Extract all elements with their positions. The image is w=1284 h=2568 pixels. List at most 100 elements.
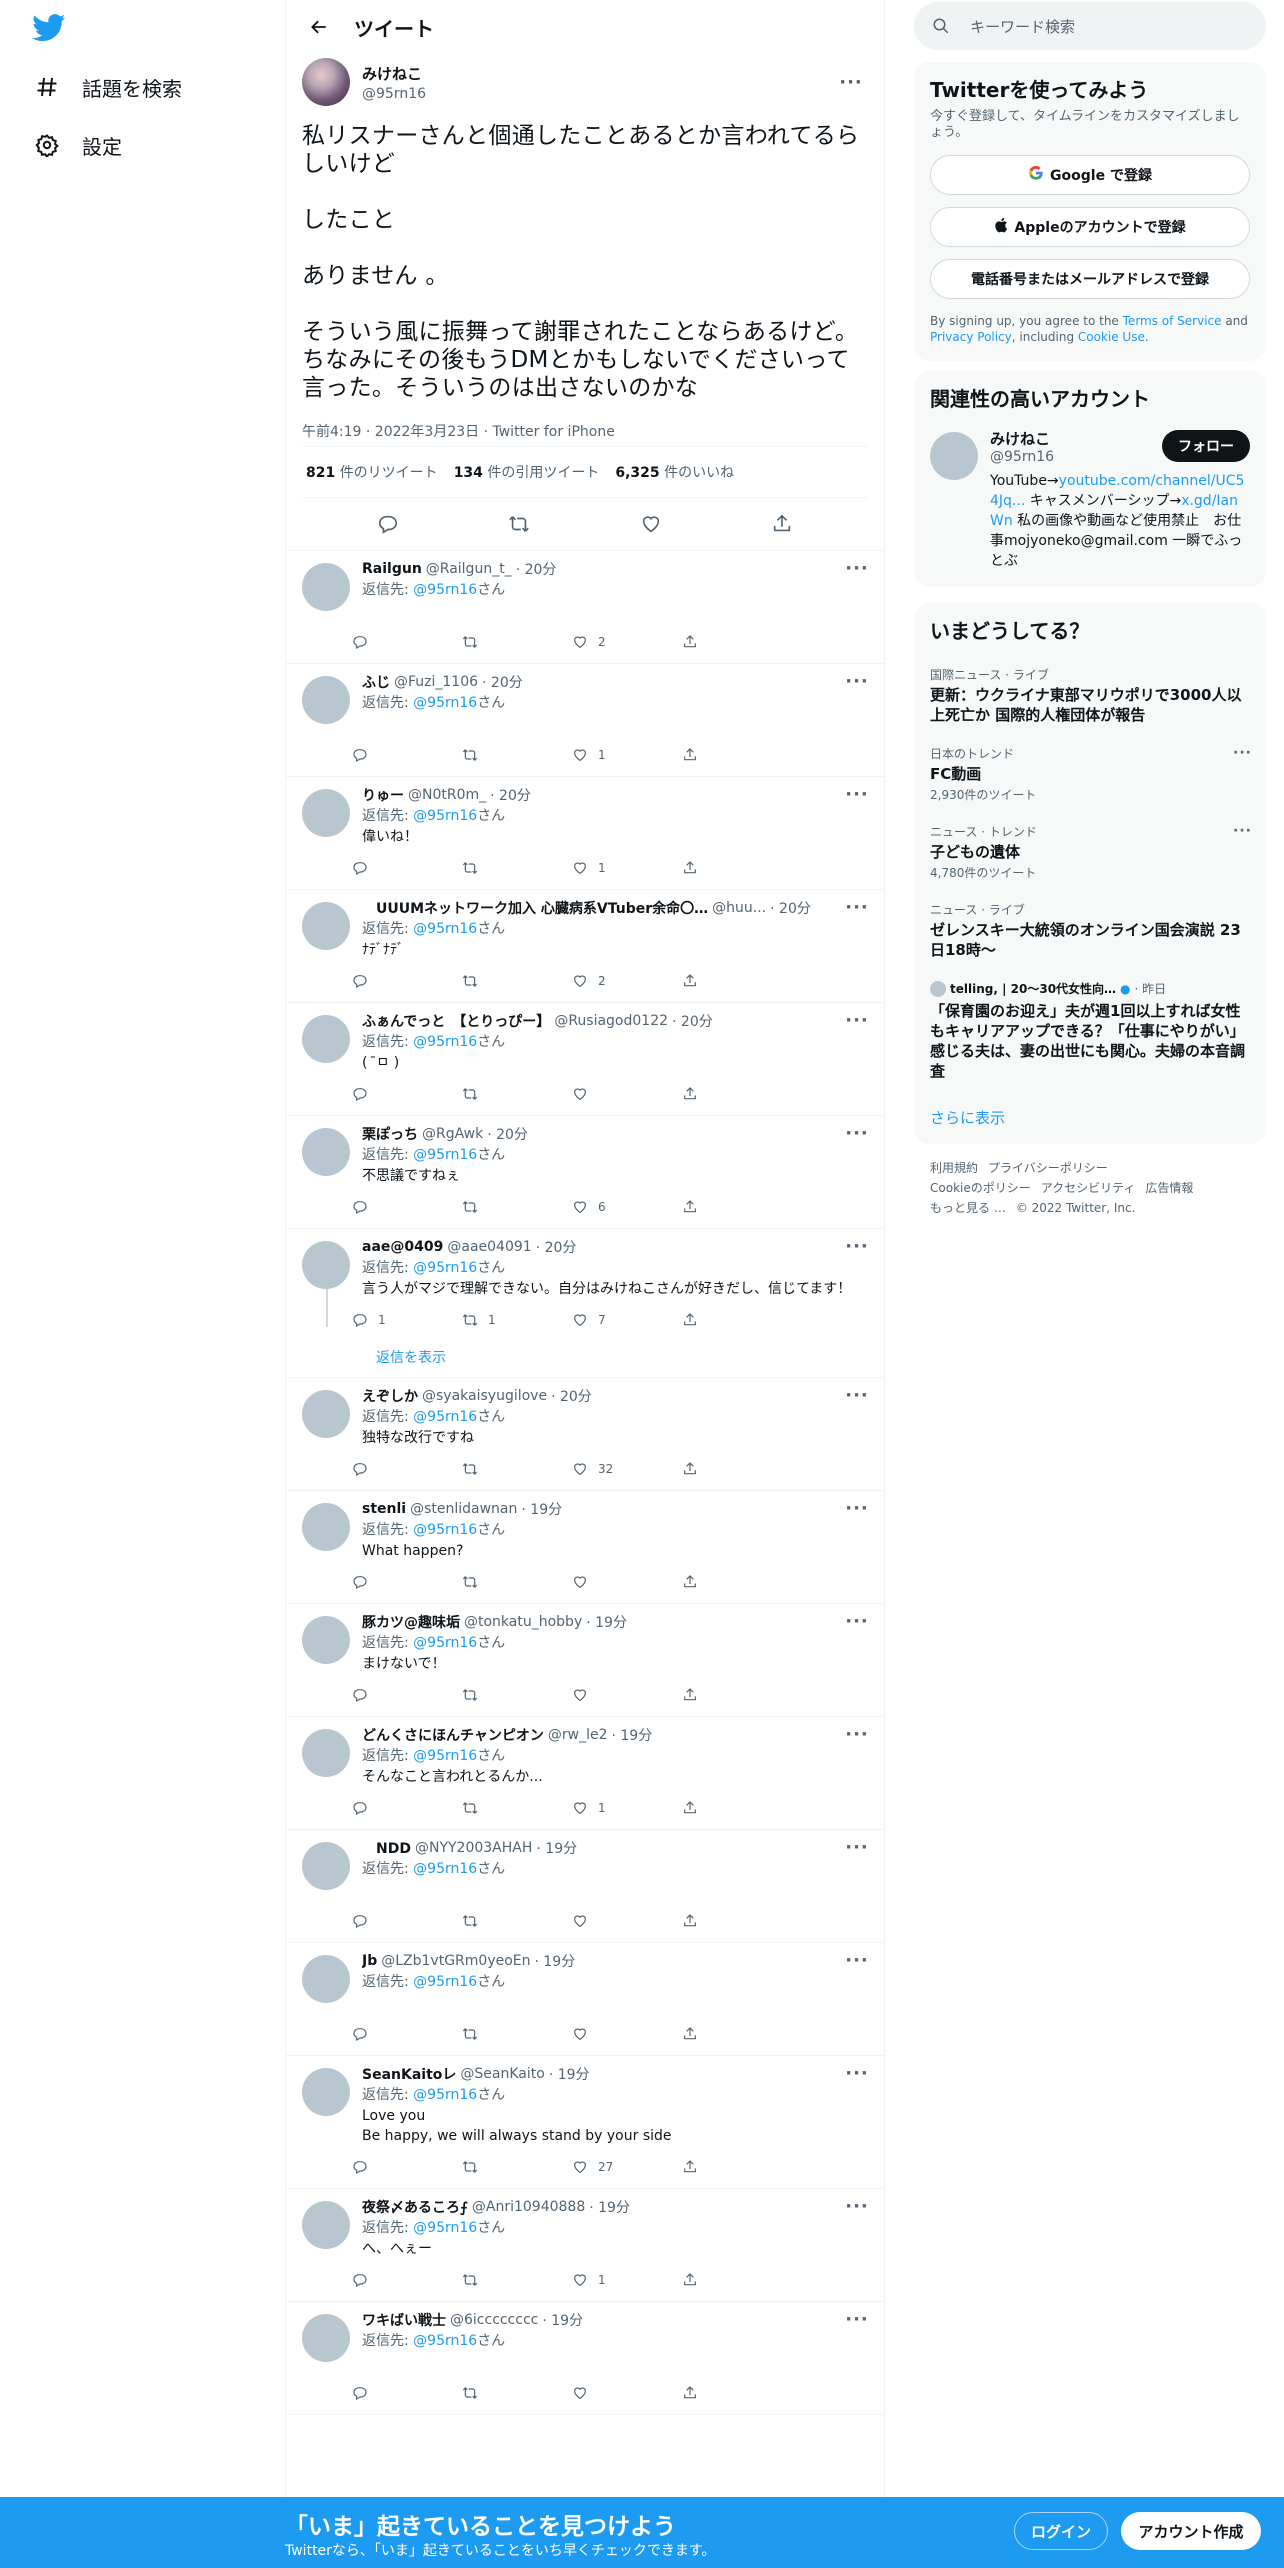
reply-to-handle[interactable]: @95rn16 xyxy=(413,1861,477,1877)
reply-author-handle[interactable]: @6icccccccc xyxy=(450,2312,538,2328)
reply-author-handle[interactable]: @LZb1vtGRm0yeoEn xyxy=(381,1953,530,1969)
share-button[interactable] xyxy=(682,634,792,650)
share-button[interactable] xyxy=(682,973,792,989)
reply-time[interactable]: · 20分 xyxy=(536,1237,577,1257)
retweet-button[interactable] xyxy=(462,1913,572,1929)
like-button[interactable]: 1 xyxy=(572,860,682,876)
reply-author-name[interactable]: えぞしか xyxy=(362,1386,418,1406)
avatar[interactable] xyxy=(302,1842,350,1890)
like-count[interactable]: 6,325 件のいいね xyxy=(615,462,734,482)
reply-button[interactable] xyxy=(352,2385,462,2401)
like-button[interactable]: 2 xyxy=(572,634,682,650)
reply-button[interactable] xyxy=(352,1199,462,1215)
reply-tweet[interactable]: ふじ @Fuzi_1106 · 20分 ··· 返信先: @95rn16さん 1 xyxy=(286,664,884,777)
trend-item[interactable]: 日本のトレンド FC動画 2,930件のツイート ··· xyxy=(914,735,1266,813)
reply-author-name[interactable]: 豚カツ@趣味垢 xyxy=(362,1612,460,1632)
retweet-button[interactable] xyxy=(462,634,572,650)
retweet-button[interactable]: 1 xyxy=(462,1312,572,1328)
reply-time[interactable]: · 20分 xyxy=(490,785,531,805)
reply-button[interactable] xyxy=(352,747,462,763)
reply-tweet[interactable]: 栗ぽっち @RgAwk · 20分 ··· 返信先: @95rn16さん 不思議ですねぇ 6 xyxy=(286,1116,884,1229)
reply-author-name[interactable]: NDD xyxy=(362,1838,411,1858)
reply-author-handle[interactable]: @huu... xyxy=(712,900,766,916)
reply-time[interactable]: · 19分 xyxy=(521,1499,562,1519)
author-name[interactable]: みけねこ xyxy=(362,63,834,84)
avatar[interactable] xyxy=(302,563,350,611)
retweet-button[interactable] xyxy=(462,1461,572,1477)
like-button[interactable]: 7 xyxy=(572,1312,682,1328)
avatar[interactable] xyxy=(302,2201,350,2249)
reply-tweet[interactable]: りゅー @N0tR0m_ · 20分 ··· 返信先: @95rn16さん 偉いね！ 1 xyxy=(286,777,884,890)
share-button[interactable] xyxy=(682,860,792,876)
reply-author-name[interactable]: ふぁんでっと 【とりっぴー】 xyxy=(362,1011,550,1031)
reply-button[interactable] xyxy=(352,2159,462,2175)
share-button[interactable] xyxy=(682,2272,792,2288)
related-account[interactable]: みけねこ @95rn16 フォロー YouTube→youtube.com/ch… xyxy=(914,424,1266,587)
reply-time[interactable]: · 20分 xyxy=(770,898,811,918)
reply-tweet[interactable]: Jb @LZb1vtGRm0yeoEn · 19分 ··· 返信先: @95rn16さん xyxy=(286,1943,884,2056)
nav-explore[interactable]: 話題を検索 xyxy=(34,67,182,107)
retweet-button[interactable] xyxy=(462,1687,572,1703)
reply-to-handle[interactable]: @95rn16 xyxy=(413,921,477,937)
reply-author-name[interactable]: stenli xyxy=(362,1501,406,1517)
apple-signup-button[interactable]: Appleのアカウントで登録 xyxy=(930,207,1250,247)
share-button[interactable] xyxy=(682,1800,792,1816)
footer-link[interactable]: 利用規約 xyxy=(930,1161,978,1175)
related-name[interactable]: みけねこ xyxy=(990,428,1054,449)
more-options-icon[interactable]: ··· xyxy=(840,1116,874,1150)
reply-author-handle[interactable]: @Rusiagod0122 xyxy=(554,1013,668,1029)
reply-author-handle[interactable]: @Railgun_t_ xyxy=(426,561,512,577)
like-button[interactable]: 2 xyxy=(572,973,682,989)
more-options-icon[interactable]: ··· xyxy=(840,1491,874,1525)
avatar[interactable] xyxy=(302,1729,350,1777)
share-button[interactable] xyxy=(682,1312,792,1328)
author-handle[interactable]: @95rn16 xyxy=(362,86,834,102)
reply-tweet[interactable]: 豚カツ@趣味垢 @tonkatu_hobby · 19分 ··· 返信先: @95rn1… xyxy=(286,1604,884,1717)
reply-to-handle[interactable]: @95rn16 xyxy=(413,1974,477,1990)
footer-link[interactable]: Cookieのポリシー xyxy=(930,1181,1031,1195)
share-button[interactable] xyxy=(682,1574,792,1590)
reply-time[interactable]: · 19分 xyxy=(586,1612,627,1632)
reply-author-handle[interactable]: @Fuzi_1106 xyxy=(394,674,478,690)
avatar[interactable] xyxy=(302,902,350,950)
reply-author-handle[interactable]: @aae04091 xyxy=(447,1239,531,1255)
reply-time[interactable]: · 20分 xyxy=(482,672,523,692)
retweet-button[interactable] xyxy=(462,1199,572,1215)
reply-tweet[interactable]: NDD @NYY2003AHAH · 19分 ··· 返信先: @95rn16さん xyxy=(286,1830,884,1943)
more-options-icon[interactable]: ··· xyxy=(840,664,874,698)
reply-tweet[interactable]: stenli @stenlidawnan · 19分 ··· 返信先: @95rn16さ… xyxy=(286,1491,884,1604)
avatar[interactable] xyxy=(302,1015,350,1063)
signup-button[interactable]: アカウント作成 xyxy=(1121,2512,1261,2550)
retweet-button[interactable] xyxy=(462,1574,572,1590)
reply-button[interactable] xyxy=(352,860,462,876)
reply-author-name[interactable]: りゅー xyxy=(362,785,404,805)
retweet-button[interactable] xyxy=(462,1086,572,1102)
avatar[interactable] xyxy=(302,1616,350,1664)
like-button[interactable] xyxy=(572,1574,682,1590)
reply-button[interactable] xyxy=(352,1461,462,1477)
reply-button[interactable] xyxy=(352,634,462,650)
reply-to-handle[interactable]: @95rn16 xyxy=(413,1260,477,1276)
avatar[interactable] xyxy=(302,2068,350,2116)
reply-button[interactable] xyxy=(370,506,406,542)
reply-author-name[interactable]: Jb xyxy=(362,1953,377,1969)
share-button[interactable] xyxy=(682,1913,792,1929)
reply-author-name[interactable]: Railgun xyxy=(362,561,422,577)
reply-tweet[interactable]: 夜祭〆あるころ⨍ @Anri10940888 · 19分 ··· 返信先: @95rn1… xyxy=(286,2189,884,2302)
show-replies-link[interactable]: 返信を表示 xyxy=(346,1341,868,1377)
retweet-button[interactable] xyxy=(462,2159,572,2175)
more-options-icon[interactable]: ··· xyxy=(840,2302,874,2336)
avatar[interactable] xyxy=(302,789,350,837)
reply-to-handle[interactable]: @95rn16 xyxy=(413,1522,477,1538)
login-button[interactable]: ログイン xyxy=(1014,2512,1108,2550)
google-signup-button[interactable]: Google で登録 xyxy=(930,155,1250,195)
trend-item[interactable]: ニュース · トレンド 子どもの遺体 4,780件のツイート ··· xyxy=(914,813,1266,891)
reply-tweet[interactable]: Railgun @Railgun_t_ · 20分 ··· 返信先: @95rn16さん… xyxy=(286,551,884,664)
avatar[interactable] xyxy=(302,676,350,724)
reply-to-handle[interactable]: @95rn16 xyxy=(413,808,477,824)
reply-to-handle[interactable]: @95rn16 xyxy=(413,695,477,711)
like-button[interactable]: 1 xyxy=(572,747,682,763)
reply-to-handle[interactable]: @95rn16 xyxy=(413,1748,477,1764)
reply-button[interactable]: 1 xyxy=(352,1312,462,1328)
like-button[interactable]: 1 xyxy=(572,1800,682,1816)
